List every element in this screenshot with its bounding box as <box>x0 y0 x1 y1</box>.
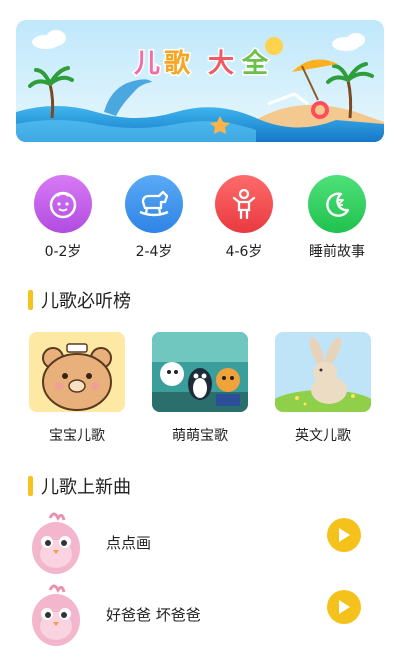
play-button[interactable] <box>327 518 361 552</box>
card-label: 宝宝儿歌 <box>49 428 105 444</box>
category-label: 2-4岁 <box>135 244 173 260</box>
section-title-text: 儿歌必听榜 <box>41 291 131 312</box>
section-accent-bar <box>28 476 33 496</box>
category-circle <box>34 175 92 233</box>
banner-title-char-1: 儿 <box>134 49 160 79</box>
moon-sleep-icon <box>326 192 350 217</box>
section-title-new: 儿歌上新曲 <box>28 473 131 499</box>
card-english-songs[interactable]: 英文儿歌 <box>275 332 371 445</box>
song-avatar <box>28 582 84 648</box>
category-4-6[interactable]: 4-6岁 <box>204 175 284 261</box>
banner-title-char-3: 大 <box>208 49 234 79</box>
rabbit-illustration <box>275 332 371 412</box>
card-thumbnail <box>275 332 371 412</box>
card-label: 英文儿歌 <box>295 428 351 444</box>
pink-bird-avatar <box>32 512 80 574</box>
banner-title-char-4: 全 <box>241 48 269 79</box>
category-circle <box>308 175 366 233</box>
top-banner[interactable]: 儿 歌 大 全 <box>16 20 384 142</box>
song-avatar <box>28 510 84 576</box>
rocking-horse-icon <box>139 190 169 217</box>
play-button[interactable] <box>327 590 361 624</box>
category-label: 睡前故事 <box>309 244 365 260</box>
banner-illustration: 儿 歌 大 全 <box>16 20 384 142</box>
card-baby-songs[interactable]: 宝宝儿歌 <box>29 332 125 445</box>
section-title-hits: 儿歌必听榜 <box>28 287 131 313</box>
category-2-4[interactable]: 2-4岁 <box>114 175 194 261</box>
card-thumbnail <box>29 332 125 412</box>
bear-illustration <box>29 332 125 412</box>
card-thumbnail <box>152 332 248 412</box>
category-bedtime-story[interactable]: 睡前故事 <box>297 175 377 261</box>
pink-bird-avatar <box>32 584 80 646</box>
song-title: 好爸爸 坏爸爸 <box>106 606 201 624</box>
category-0-2[interactable]: 0-2岁 <box>23 175 103 261</box>
song-row[interactable]: 点点画 <box>0 510 400 576</box>
category-circle <box>125 175 183 233</box>
category-circle <box>215 175 273 233</box>
section-accent-bar <box>28 290 33 310</box>
banner-title-char-2: 歌 <box>164 49 191 79</box>
section-title-text: 儿歌上新曲 <box>41 477 131 498</box>
play-icon <box>339 528 350 542</box>
child-figure-icon <box>232 188 256 220</box>
baby-face-icon <box>49 191 77 219</box>
play-icon <box>339 600 350 614</box>
category-label: 4-6岁 <box>225 244 263 260</box>
card-cute-songs[interactable]: 萌萌宝歌 <box>152 332 248 445</box>
age-category-row: 0-2岁 2-4岁 4-6岁 睡前故事 <box>0 175 400 265</box>
song-row[interactable]: 好爸爸 坏爸爸 <box>0 582 400 648</box>
song-title: 点点画 <box>106 534 152 552</box>
cartoon-characters-illustration <box>152 332 248 412</box>
card-label: 萌萌宝歌 <box>172 428 228 444</box>
category-label: 0-2岁 <box>44 244 82 260</box>
